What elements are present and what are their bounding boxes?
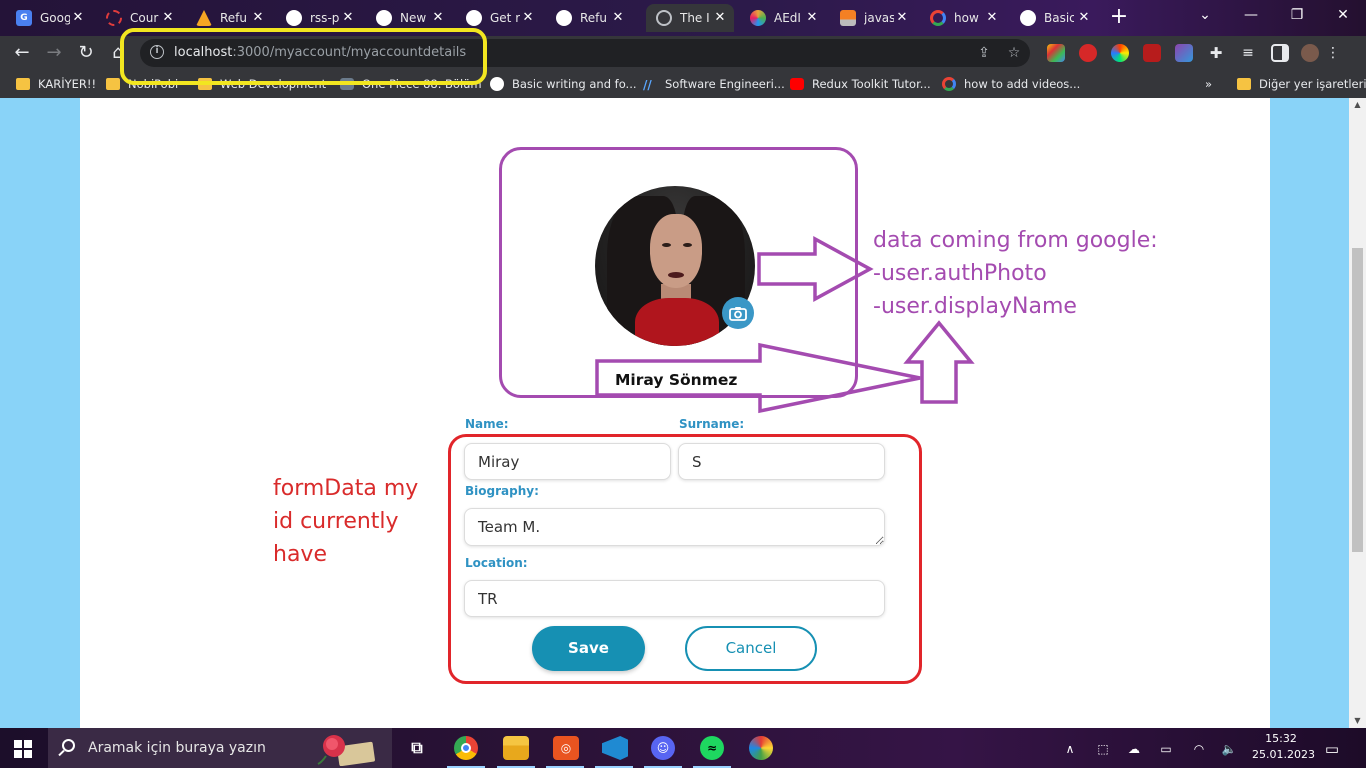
extensions-puzzle-icon[interactable]: ✚ (1207, 44, 1225, 62)
extension-colorful-icon[interactable] (1047, 44, 1065, 62)
github-icon (556, 10, 572, 26)
close-icon[interactable]: ✕ (250, 10, 266, 26)
ubuntu-icon[interactable]: ◎ (553, 736, 579, 760)
windows-start-button[interactable] (14, 740, 32, 758)
url-highlight-annotation (120, 28, 487, 85)
paint-icon[interactable] (749, 736, 773, 760)
stackoverflow-icon (840, 10, 856, 26)
tab-search-icon[interactable]: ⌄ (1182, 0, 1228, 30)
close-icon[interactable]: ✕ (894, 10, 910, 26)
software-engineering-icon: // (643, 78, 652, 92)
extension-gift-icon[interactable] (1143, 44, 1161, 62)
close-icon[interactable]: ✕ (1076, 10, 1092, 26)
github-icon (376, 10, 392, 26)
battery-icon[interactable]: ▭ (1156, 739, 1176, 759)
google-data-note: data coming from google: -user.authPhoto… (873, 228, 1158, 319)
extension-red-icon[interactable] (1079, 44, 1097, 62)
file-explorer-icon[interactable] (503, 736, 529, 760)
name-label: Name: (465, 417, 509, 431)
notifications-icon[interactable]: ▭ (1322, 739, 1342, 759)
show-hidden-icons-chevron-icon[interactable]: ∧ (1060, 739, 1080, 759)
restore-button[interactable]: ❐ (1274, 0, 1320, 30)
back-button[interactable]: ← (10, 41, 34, 65)
close-icon[interactable]: ✕ (712, 10, 728, 26)
scrollbar-thumb[interactable] (1352, 248, 1363, 552)
close-icon[interactable]: ✕ (984, 10, 1000, 26)
side-panel-icon[interactable] (1271, 44, 1289, 62)
github-icon (1020, 10, 1036, 26)
scroll-up-icon[interactable]: ▲ (1352, 100, 1363, 110)
extension-diamond-icon[interactable] (1175, 44, 1193, 62)
google-icon (942, 77, 956, 91)
tab-7[interactable]: Refu ✕ (546, 4, 632, 32)
formdata-highlight-box (448, 434, 922, 684)
bookmark-redux-toolkit[interactable]: Redux Toolkit Tutor... (790, 76, 931, 92)
bookmark-star-icon[interactable]: ☆ (1004, 43, 1024, 63)
reload-button[interactable]: ↻ (74, 41, 98, 65)
surname-label: Surname: (679, 417, 745, 431)
search-highlight-rose-icon (317, 735, 375, 766)
google-docs-icon: G (16, 10, 32, 26)
pinwheel-icon (750, 10, 766, 26)
folder-icon (106, 78, 120, 90)
close-window-button[interactable]: ✕ (1320, 0, 1366, 30)
volume-icon[interactable]: 🔈 (1219, 739, 1239, 759)
other-bookmarks-folder[interactable]: Diğer yer işaretleri (1237, 76, 1366, 92)
github-icon (466, 10, 482, 26)
firebase-icon (196, 10, 212, 26)
media-control-icon[interactable]: ≡ (1239, 44, 1257, 62)
bookmark-folder-kariyer[interactable]: KARİYER!! (16, 76, 96, 92)
tab-8-active[interactable]: The I ✕ (646, 4, 734, 32)
bookmarks-overflow-button[interactable]: » (1205, 76, 1212, 92)
close-icon[interactable]: ✕ (70, 10, 86, 26)
tab-12[interactable]: Basic ✕ (1010, 4, 1098, 32)
extension-color-wheel-icon[interactable] (1111, 44, 1129, 62)
new-tab-button[interactable]: + (1106, 6, 1132, 30)
discord-icon[interactable]: ☺ (651, 736, 675, 760)
folder-icon (16, 78, 30, 90)
task-view-icon[interactable]: ⧉ (404, 736, 430, 760)
close-icon[interactable]: ✕ (520, 10, 536, 26)
bookmark-software-engineering[interactable]: //Software Engineeri... (643, 76, 785, 92)
github-icon (286, 10, 302, 26)
tab-10[interactable]: javas ✕ (830, 4, 916, 32)
tab-9[interactable]: AEdI ✕ (740, 4, 826, 32)
scroll-down-icon[interactable]: ▼ (1352, 716, 1363, 726)
globe-icon (656, 10, 672, 26)
taskbar-clock[interactable]: 15:32 25.01.2023 (1252, 731, 1315, 763)
close-icon[interactable]: ✕ (430, 10, 446, 26)
taskbar-search[interactable]: Aramak için buraya yazın (48, 728, 392, 768)
wifi-icon[interactable]: ◠ (1189, 739, 1209, 759)
minimize-button[interactable]: — (1228, 0, 1274, 30)
profile-avatar[interactable] (1301, 44, 1319, 62)
browser-menu-icon[interactable]: ⋮ (1324, 44, 1342, 62)
formdata-note: formData my id currently have (273, 476, 419, 567)
chrome-icon[interactable] (454, 736, 478, 760)
meet-now-icon[interactable]: ⬚ (1093, 739, 1113, 759)
search-icon (62, 739, 75, 752)
github-icon (490, 77, 504, 91)
youtube-icon (790, 78, 804, 90)
close-icon[interactable]: ✕ (804, 10, 820, 26)
close-icon[interactable]: ✕ (340, 10, 356, 26)
spotify-icon[interactable]: ≈ (700, 736, 724, 760)
onedrive-cloud-icon[interactable]: ☁ (1124, 739, 1144, 759)
google-icon (930, 10, 946, 26)
tab-1[interactable]: G Goog ✕ (6, 4, 92, 32)
google-data-highlight-box (499, 147, 858, 398)
bookmark-basic-writing[interactable]: Basic writing and fo... (490, 76, 637, 92)
bookmark-how-to-add-videos[interactable]: how to add videos... (942, 76, 1080, 92)
close-icon[interactable]: ✕ (610, 10, 626, 26)
tab-11[interactable]: how ✕ (920, 4, 1006, 32)
forward-button[interactable]: → (42, 41, 66, 65)
close-icon[interactable]: ✕ (160, 10, 176, 26)
coursera-icon (106, 10, 122, 26)
folder-icon (1237, 78, 1251, 90)
share-icon[interactable]: ⇪ (974, 43, 994, 63)
